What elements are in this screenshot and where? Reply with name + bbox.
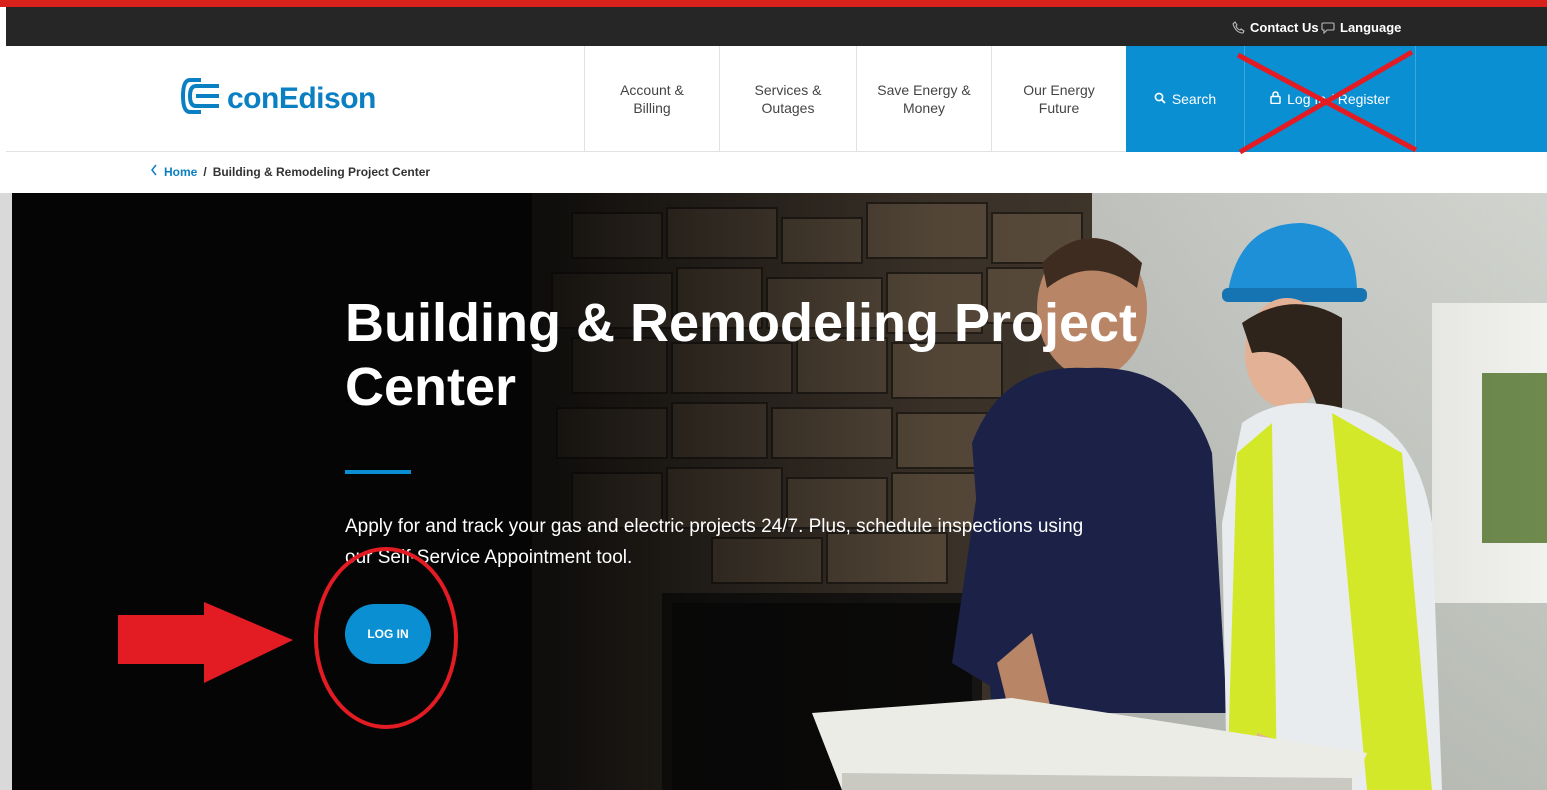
chevron-left-icon[interactable] bbox=[150, 164, 158, 179]
login-register-label: Log In / Register bbox=[1287, 91, 1390, 107]
conedison-logo-mark-icon bbox=[180, 78, 221, 119]
hero-accent-rule bbox=[345, 470, 411, 474]
site-header: conEdison Account & Billing Services & Out… bbox=[6, 46, 1547, 152]
nav-save-energy-line2: Money bbox=[902, 100, 946, 116]
nav-account-billing-line1: Account & bbox=[620, 82, 684, 98]
search-label: Search bbox=[1171, 91, 1217, 107]
nav-services-outages-line2: Outages bbox=[761, 100, 815, 116]
conedison-logo[interactable]: conEdison bbox=[180, 78, 376, 119]
hero-title: Building & Remodeling Project Center bbox=[345, 293, 1138, 417]
nav-services-outages-line1: Services & bbox=[754, 82, 822, 98]
phone-icon bbox=[1232, 21, 1245, 34]
language-link[interactable]: Language bbox=[1321, 20, 1401, 35]
left-gutter bbox=[0, 193, 12, 790]
nav-services-outages[interactable]: Services & Outages bbox=[719, 46, 856, 152]
lock-icon bbox=[1270, 91, 1281, 107]
hero-banner: Building & Remodeling Project Center App… bbox=[12, 193, 1547, 790]
header-blue-filler bbox=[1416, 46, 1547, 152]
hero-description: Apply for and track your gas and electri… bbox=[345, 516, 1084, 568]
nav-our-energy-line1: Our Energy bbox=[1023, 82, 1095, 98]
breadcrumb-separator: / bbox=[203, 164, 207, 179]
contact-us-link[interactable]: Contact Us bbox=[1232, 20, 1319, 35]
nav-save-energy-money[interactable]: Save Energy & Money bbox=[856, 46, 991, 152]
breadcrumb-current: Building & Remodeling Project Center bbox=[212, 164, 431, 179]
breadcrumb: Home / Building & Remodeling Project Cen… bbox=[150, 164, 430, 179]
nav-save-energy-line1: Save Energy & bbox=[877, 82, 971, 98]
search-button[interactable]: Search bbox=[1126, 46, 1244, 152]
hero-login-button[interactable]: LOG IN bbox=[345, 604, 431, 664]
breadcrumb-home-link[interactable]: Home bbox=[164, 165, 197, 179]
nav-account-billing[interactable]: Account & Billing bbox=[584, 46, 719, 152]
chat-bubble-icon bbox=[1321, 21, 1335, 34]
nav-account-billing-line2: Billing bbox=[633, 100, 671, 116]
magnifier-icon bbox=[1154, 91, 1166, 107]
utility-bar: Contact Us Language bbox=[6, 7, 1547, 46]
hero-photo bbox=[12, 193, 1547, 790]
login-register-button[interactable]: Log In / Register bbox=[1244, 46, 1416, 152]
top-red-strip bbox=[0, 0, 1547, 7]
logo-text: conEdison bbox=[227, 81, 376, 115]
nav-our-energy-future[interactable]: Our Energy Future bbox=[991, 46, 1126, 152]
nav-our-energy-line2: Future bbox=[1038, 100, 1080, 116]
language-label: Language bbox=[1340, 20, 1402, 35]
contact-us-label: Contact Us bbox=[1250, 20, 1319, 35]
